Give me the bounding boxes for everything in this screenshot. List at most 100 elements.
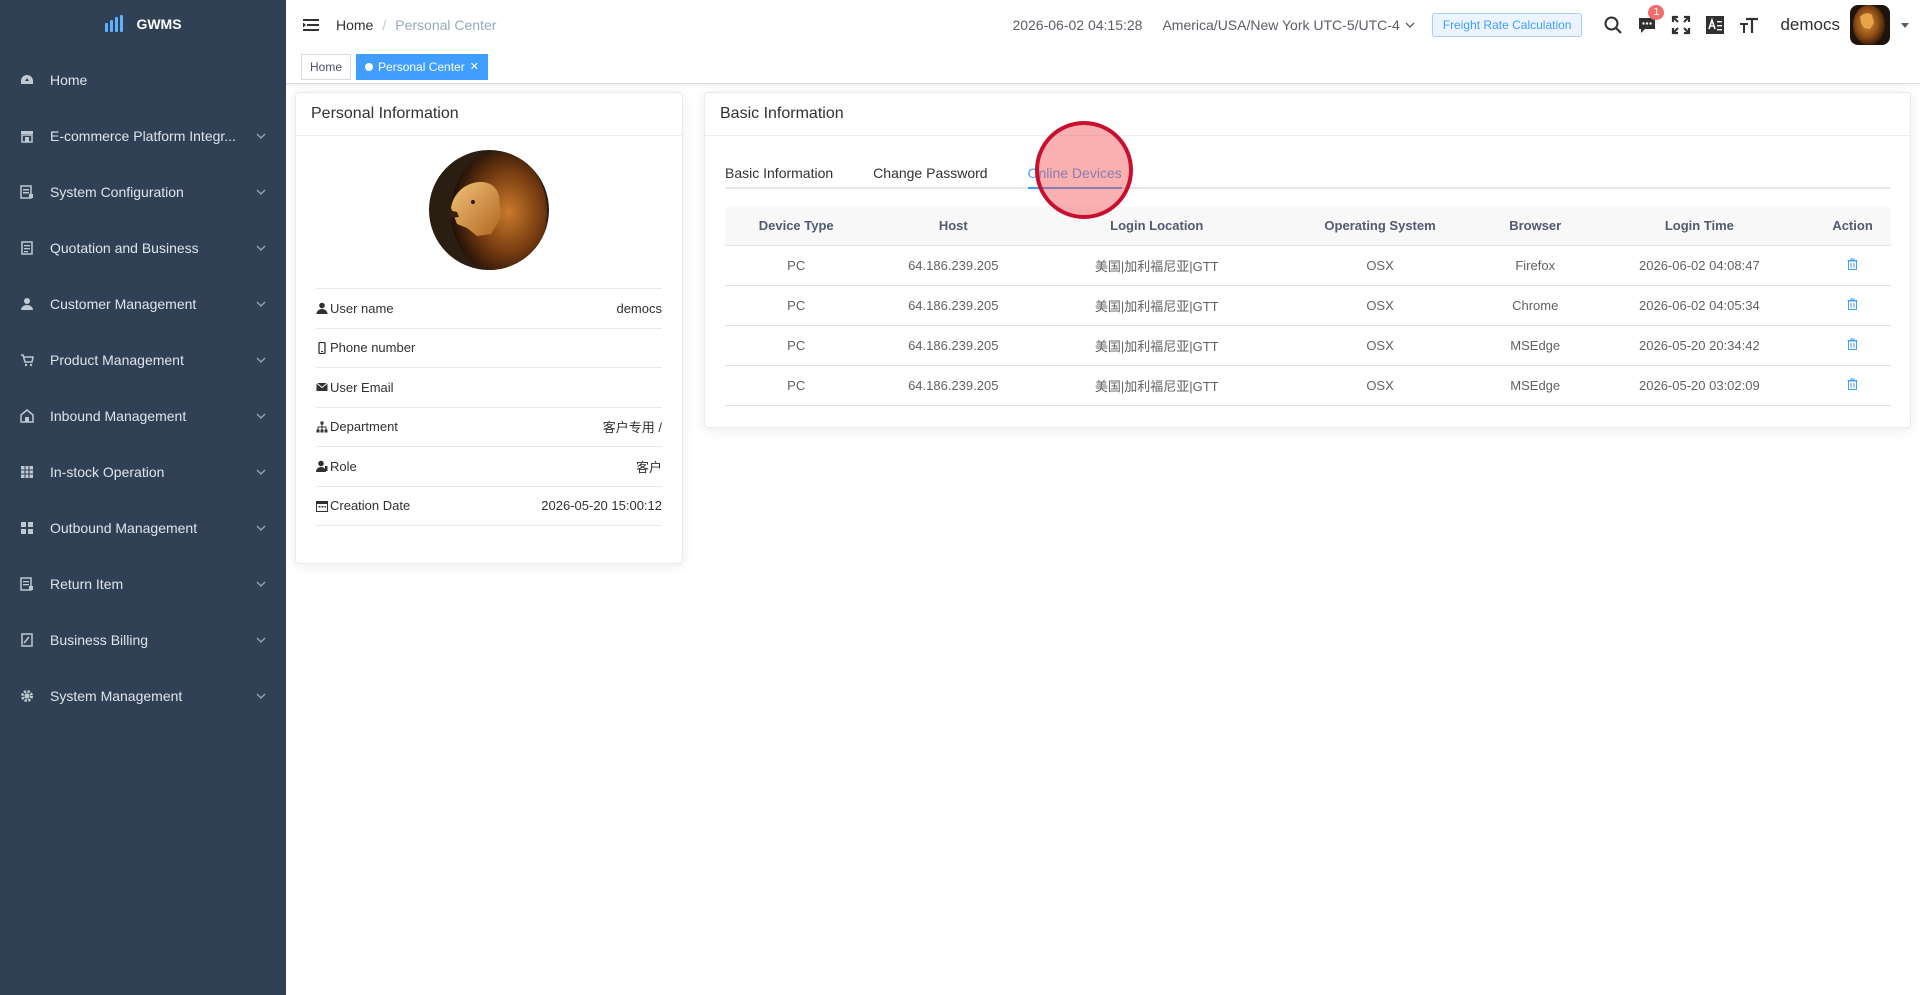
document-icon [20, 241, 34, 255]
delete-button[interactable] [1847, 378, 1858, 390]
sidebar-item-label: Home [50, 72, 88, 88]
sidebar-item-label: System Configuration [50, 184, 184, 200]
sidebar-item-ecommerce[interactable]: E-commerce Platform Integr... [0, 108, 286, 164]
cell-browser: Chrome [1485, 285, 1585, 326]
column-header: Login Location [1039, 207, 1275, 246]
cell-login-time: 2026-06-02 04:08:47 [1584, 245, 1815, 286]
field-label: Creation Date [330, 498, 411, 514]
personal-information-card: Personal Information User name democs Ph… [295, 92, 683, 564]
cell-operating-system: OSX [1274, 325, 1486, 366]
hamburger-icon [303, 19, 319, 31]
sidebar-item-inbound[interactable]: Inbound Management [0, 388, 286, 444]
language-button[interactable] [1698, 0, 1732, 50]
tab-online-devices[interactable]: Online Devices [1027, 153, 1122, 189]
sidebar-menu: Home E-commerce Platform Integr... Syste… [0, 52, 286, 724]
table-header-row: Device Type Host Login Location Operatin… [725, 207, 1891, 246]
fullscreen-button[interactable] [1664, 0, 1698, 50]
sidebar-item-outbound[interactable]: Outbound Management [0, 500, 286, 556]
tags-view: Home Personal Center ✕ [286, 50, 1920, 84]
tab-change-password[interactable]: Change Password [873, 153, 987, 187]
delete-button[interactable] [1847, 338, 1858, 350]
sidebar-item-return[interactable]: Return Item [0, 556, 286, 612]
cell-login-location: 美国|加利福尼亚|GTT [1039, 245, 1275, 286]
sidebar-item-home[interactable]: Home [0, 52, 286, 108]
sidebar-item-quotation[interactable]: Quotation and Business [0, 220, 286, 276]
notification-badge: 1 [1648, 5, 1665, 20]
timezone-select[interactable]: America/USA/New York UTC-5/UTC-4 [1162, 17, 1415, 33]
lion-avatar-image [1850, 5, 1890, 45]
cell-action [1814, 325, 1891, 366]
chevron-down-icon [1405, 22, 1415, 28]
profile-avatar[interactable] [429, 150, 549, 270]
grid-icon [20, 521, 34, 535]
sidebar-item-system-configuration[interactable]: System Configuration [0, 164, 286, 220]
cell-host: 64.186.239.205 [867, 285, 1040, 326]
cell-host: 64.186.239.205 [867, 245, 1040, 286]
cell-browser: MSEdge [1485, 365, 1585, 406]
config-icon [20, 185, 34, 199]
profile-field-username: User name democs [316, 289, 662, 329]
sidebar-item-customer[interactable]: Customer Management [0, 276, 286, 332]
sidebar-item-label: Business Billing [50, 632, 149, 648]
freight-rate-button[interactable]: Freight Rate Calculation [1431, 13, 1583, 37]
cell-operating-system: OSX [1274, 285, 1486, 326]
cell-device-type: PC [725, 365, 868, 406]
trash-icon [1847, 378, 1858, 390]
timezone-value: America/USA/New York UTC-5/UTC-4 [1162, 17, 1400, 33]
tag-personal-center[interactable]: Personal Center ✕ [356, 53, 488, 80]
role-icon [316, 460, 328, 473]
menu-toggle-button[interactable] [286, 0, 336, 50]
sidebar-item-label: E-commerce Platform Integr... [50, 128, 236, 144]
sidebar-item-system-management[interactable]: System Management [0, 668, 286, 724]
tab-bar: Basic Information Change Password Online… [725, 153, 1890, 189]
sidebar-item-instock[interactable]: In-stock Operation [0, 444, 286, 500]
profile-field-department: Department 客户专用 / [316, 408, 662, 447]
field-label: User name [330, 300, 394, 316]
sidebar-item-billing[interactable]: Business Billing [0, 612, 286, 668]
chevron-down-icon [256, 469, 266, 475]
field-value: 客户专用 / [602, 420, 662, 436]
delete-button[interactable] [1847, 258, 1858, 270]
cell-login-location: 美国|加利福尼亚|GTT [1039, 365, 1275, 406]
chevron-down-icon [256, 133, 266, 139]
active-dot [365, 62, 374, 71]
sidebar-item-label: Inbound Management [50, 408, 187, 424]
return-icon [20, 577, 34, 591]
tab-basic-information[interactable]: Basic Information [725, 153, 833, 187]
username-label[interactable]: democs [1780, 15, 1840, 35]
notification-button[interactable]: 1 [1630, 0, 1665, 50]
card-title: Basic Information [705, 93, 1910, 136]
cell-device-type: PC [725, 325, 868, 366]
user-menu-caret[interactable] [1890, 20, 1920, 30]
top-navbar: Home / Personal Center 2026-06-02 04:15:… [286, 0, 1920, 50]
billing-icon [20, 633, 34, 647]
tag-home[interactable]: Home [301, 53, 352, 80]
basic-information-card: Basic Information Basic Information Chan… [704, 92, 1911, 428]
cell-login-location: 美国|加利福尼亚|GTT [1039, 325, 1275, 366]
column-header: Browser [1485, 207, 1585, 246]
breadcrumb-separator: / [382, 17, 387, 33]
delete-button[interactable] [1847, 298, 1858, 310]
breadcrumb-home[interactable]: Home [336, 17, 373, 33]
close-icon[interactable]: ✕ [470, 60, 479, 73]
warehouse-icon [20, 409, 34, 423]
calendar-icon [316, 500, 328, 512]
cell-operating-system: OSX [1274, 245, 1486, 286]
breadcrumb: Home / Personal Center [336, 17, 496, 33]
user-avatar[interactable] [1850, 5, 1890, 45]
font-size-button[interactable] [1732, 0, 1766, 50]
cell-device-type: PC [725, 245, 868, 286]
sidebar-item-product[interactable]: Product Management [0, 332, 286, 388]
cart-icon [20, 353, 34, 367]
cell-browser: MSEdge [1485, 325, 1585, 366]
user-icon [316, 302, 328, 315]
search-button[interactable] [1596, 0, 1630, 50]
app-logo[interactable]: GWMS [0, 0, 286, 48]
chevron-down-icon [256, 581, 266, 587]
sidebar-item-label: Product Management [50, 352, 184, 368]
column-header: Host [867, 207, 1040, 246]
tree-icon [316, 421, 328, 433]
field-value: democs [616, 300, 662, 316]
caret-down-icon [1901, 23, 1909, 28]
sidebar: GWMS Home E-commerce Platform Integr... … [0, 0, 286, 995]
